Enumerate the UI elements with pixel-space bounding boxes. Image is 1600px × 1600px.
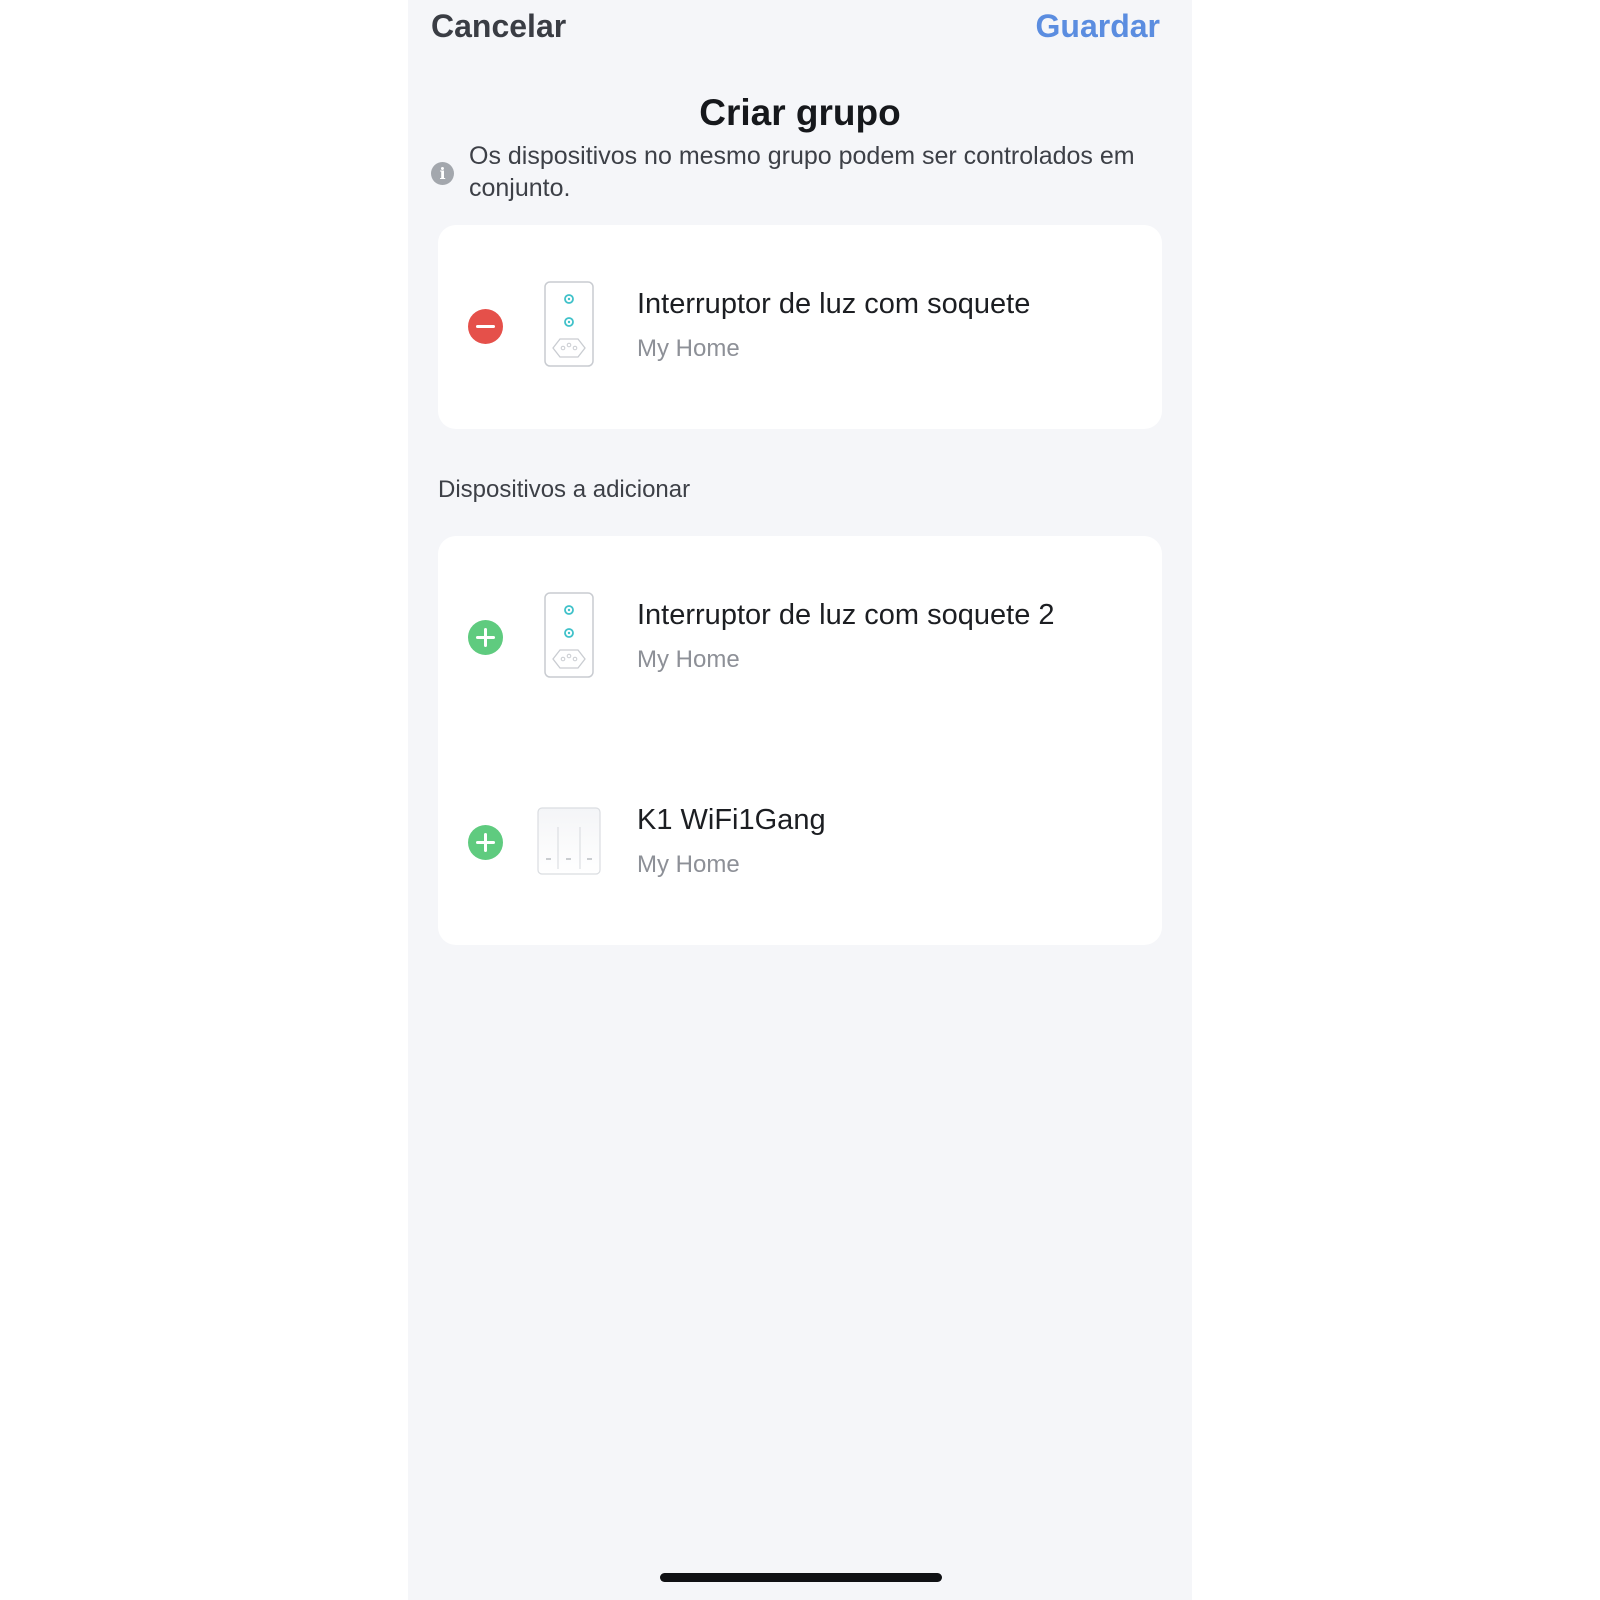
- remove-device-button[interactable]: [468, 309, 503, 344]
- device-home: My Home: [637, 851, 740, 878]
- save-button[interactable]: Guardar: [1036, 8, 1160, 45]
- info-text: Os dispositivos no mesmo grupo podem ser…: [469, 142, 1135, 202]
- add-device-button[interactable]: [468, 620, 503, 655]
- section-label: Dispositivos a adicionar: [438, 476, 691, 503]
- home-indicator[interactable]: [660, 1573, 942, 1582]
- device-name: K1 WiFi1Gang: [637, 804, 826, 836]
- device-home: My Home: [637, 335, 740, 362]
- group-devices-card: Interruptor de luz com soquete My Home: [438, 225, 1162, 429]
- device-name: Interruptor de luz com soquete 2: [637, 599, 1055, 631]
- add-device-button[interactable]: [468, 825, 503, 860]
- wall-socket-switch-icon: [544, 592, 594, 678]
- cancel-button[interactable]: Cancelar: [431, 8, 566, 45]
- phone-screen: Cancelar Guardar Criar grupo i Os dispos…: [408, 0, 1192, 1600]
- available-devices-card: Interruptor de luz com soquete 2 My Home: [438, 536, 1162, 945]
- device-row[interactable]: Interruptor de luz com soquete 2 My Home: [438, 536, 1162, 740]
- device-row[interactable]: Interruptor de luz com soquete My Home: [438, 225, 1162, 429]
- device-home: My Home: [637, 646, 740, 673]
- page-title: Criar grupo: [699, 92, 901, 133]
- device-row[interactable]: K1 WiFi1Gang My Home: [438, 741, 1162, 945]
- info-icon: i: [431, 162, 454, 185]
- wall-switch-panel-icon: [537, 807, 601, 875]
- wall-socket-switch-icon: [544, 281, 594, 367]
- device-name: Interruptor de luz com soquete: [637, 288, 1031, 320]
